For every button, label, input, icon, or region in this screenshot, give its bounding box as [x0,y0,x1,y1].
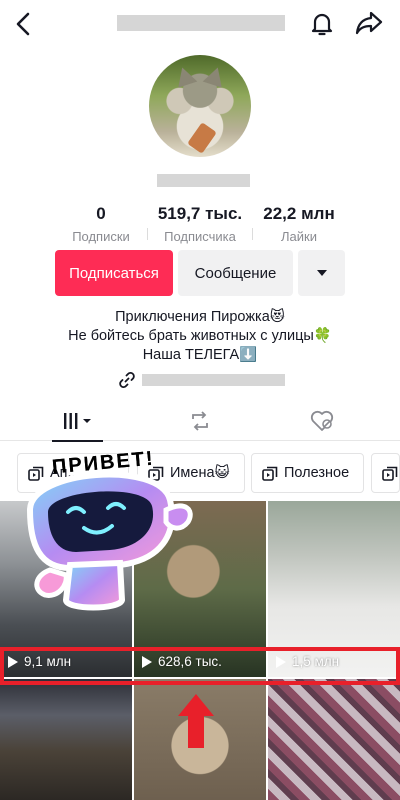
stat-following[interactable]: 0 Подписки [61,204,141,244]
stat-value: 519,7 тыс. [157,204,243,223]
tab-videos[interactable] [52,403,103,442]
playlist-chip[interactable] [371,453,400,493]
bell-icon[interactable] [308,9,336,37]
active-tab-indicator [52,440,103,442]
stat-followers[interactable]: 519,7 тыс. Подписчика [150,204,250,244]
playlist-icon [262,466,278,481]
link-url-placeholder [142,374,285,386]
username-placeholder [117,15,285,31]
stat-label: Лайки [281,229,317,244]
playlist-label: Полезное [284,465,350,481]
link-icon [119,372,135,388]
caret-down-icon [316,270,327,276]
repost-icon[interactable] [188,409,212,433]
avatar[interactable] [149,55,251,157]
playlist-icon [382,466,398,481]
stat-divider [147,228,148,240]
red-arrow-up-icon [178,694,214,748]
stat-value: 0 [96,204,106,223]
profile-header [0,0,400,46]
bio-line: Приключения Пирожка😻 [115,309,285,325]
display-name-placeholder [157,174,250,187]
stat-label: Подписчика [164,229,236,244]
back-arrow-icon[interactable] [10,10,38,38]
content-tabs [0,403,400,442]
stat-value: 22,2 млн [263,204,335,223]
share-icon[interactable] [354,9,384,37]
bio-line: Наша ТЕЛЕГА⬇️ [142,347,258,363]
bio-link[interactable] [118,372,288,388]
video-thumbnail[interactable] [0,679,132,800]
message-button[interactable]: Сообщение [178,250,293,296]
follow-button[interactable]: Подписаться [55,250,173,296]
more-suggestions-button[interactable] [298,250,345,296]
video-thumbnail[interactable] [268,679,400,800]
liked-hidden-icon[interactable] [309,409,335,433]
stat-likes[interactable]: 22,2 млн Лайки [252,204,346,244]
videos-grid-icon [64,413,91,429]
stat-label: Подписки [72,229,130,244]
robot-sticker [26,471,193,611]
bio-line: Не бойтесь брать животных с улицы🍀 [68,328,332,344]
highlight-frame [0,647,400,685]
playlist-chip[interactable]: Полезное [251,453,364,493]
profile-bio: Приключения Пирожка😻 Не бойтесь брать жи… [0,308,400,365]
